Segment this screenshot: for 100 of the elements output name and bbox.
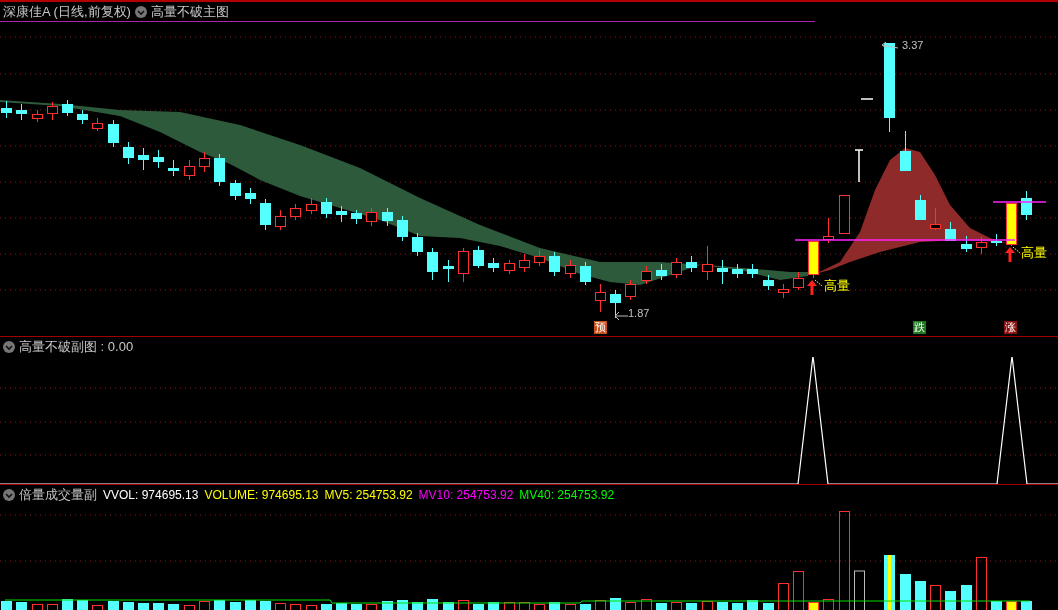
volume-bar	[62, 599, 73, 610]
candlestick	[854, 149, 864, 183]
candlestick	[336, 205, 347, 223]
candlestick	[702, 245, 713, 281]
volume-bar	[900, 574, 911, 610]
volume-bar	[366, 604, 377, 610]
dropdown-icon[interactable]	[3, 489, 15, 501]
candlestick	[1006, 202, 1017, 247]
candlestick	[245, 187, 256, 205]
candlestick	[153, 149, 164, 169]
volume-bar	[763, 603, 774, 610]
volume-bar	[1021, 601, 1032, 610]
candlestick	[808, 240, 819, 279]
volume-bar	[565, 604, 576, 610]
volume-bar	[1, 601, 12, 610]
candlestick	[473, 245, 484, 269]
volume-bar	[823, 599, 834, 610]
candlestick	[686, 255, 697, 273]
volume-bar	[702, 601, 713, 610]
candlestick	[123, 141, 134, 165]
signal-badge: 预	[594, 321, 607, 334]
dropdown-icon[interactable]	[3, 341, 15, 353]
volume-bar	[412, 602, 423, 610]
up-arrow-icon	[807, 280, 817, 295]
candlestick	[366, 207, 377, 227]
volume-bar	[92, 605, 103, 610]
volume-bar	[549, 602, 560, 610]
indicator-reading: VOLUME: 974695.13	[204, 488, 319, 502]
candlestick	[839, 194, 850, 234]
volume-bar	[16, 602, 27, 610]
signal-label: 高量	[824, 279, 850, 292]
arrow-icon	[881, 41, 899, 49]
candlestick	[47, 101, 58, 121]
volume-bar	[915, 581, 926, 610]
candlestick	[961, 235, 972, 253]
candlestick	[77, 109, 88, 125]
up-arrow-icon	[1005, 247, 1015, 262]
volume-bar	[260, 601, 271, 610]
indicator-reading: VVOL: 974695.13	[103, 488, 199, 502]
candlestick	[321, 197, 332, 219]
volume-bar	[123, 602, 134, 610]
volume-bar	[199, 601, 210, 610]
volume-bar	[458, 600, 469, 610]
low-price-label: 1.87	[628, 308, 650, 319]
candlestick	[458, 247, 469, 283]
indicator-title[interactable]: 高量不破主图	[150, 2, 229, 21]
volume-bar	[351, 604, 362, 610]
volume-bar	[778, 583, 789, 610]
candlestick	[32, 109, 43, 123]
volume-bar	[504, 602, 515, 610]
signal-label: 高量	[1021, 246, 1047, 259]
candlestick	[793, 271, 804, 291]
signal-badge: 跌	[913, 321, 926, 334]
candlestick	[199, 151, 210, 173]
indicator-reading: MV40: 254753.92	[519, 488, 615, 502]
volume-bar	[382, 601, 393, 610]
volume-bar	[884, 555, 895, 610]
volume-bar	[108, 601, 119, 610]
volume-bar	[717, 602, 728, 610]
candlestick	[976, 236, 987, 255]
volume-bar	[77, 600, 88, 610]
arrow-icon	[614, 311, 629, 321]
indicator-title[interactable]: 高量不破副图 : 0.00	[19, 338, 134, 356]
volume-bar	[47, 604, 58, 610]
candlestick	[108, 119, 119, 148]
candlestick	[184, 159, 195, 181]
volume-bar	[443, 602, 454, 610]
candlestick	[732, 263, 743, 279]
candlestick	[549, 251, 560, 277]
support-line	[992, 201, 1047, 203]
stock-title: 深康佳A (日线,前复权)	[3, 2, 131, 21]
candlestick	[275, 209, 286, 231]
volume-bar	[214, 600, 225, 610]
candlestick	[945, 221, 956, 242]
volume-bar	[945, 591, 956, 610]
candlestick	[519, 253, 530, 273]
candlestick	[625, 279, 636, 301]
volume-bar	[519, 602, 530, 610]
candlestick	[351, 209, 362, 225]
candlestick	[1021, 190, 1032, 221]
candlestick	[168, 159, 179, 177]
candlestick	[214, 153, 225, 187]
volume-bar	[595, 600, 606, 610]
indicator-reading: MV10: 254753.92	[418, 488, 514, 502]
candlestick	[306, 197, 317, 215]
price-tick	[860, 98, 874, 100]
candlestick	[92, 117, 103, 132]
candlestick	[62, 99, 73, 117]
candlestick	[382, 207, 393, 227]
candlestick	[778, 283, 789, 299]
dropdown-icon[interactable]	[134, 5, 147, 18]
candlestick	[412, 232, 423, 257]
volume-bar	[656, 603, 667, 610]
candlestick	[443, 259, 454, 283]
candlestick	[565, 259, 576, 279]
candlestick	[610, 289, 621, 319]
indicator-title[interactable]: 倍量成交量副	[19, 486, 97, 504]
volume-bar	[168, 604, 179, 610]
candlestick	[427, 247, 438, 281]
volume-bar	[184, 605, 195, 610]
